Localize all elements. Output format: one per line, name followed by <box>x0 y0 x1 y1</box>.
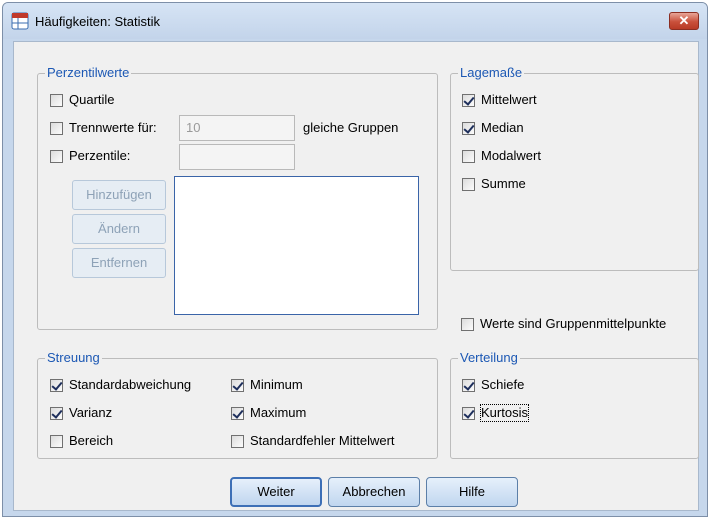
mean-checkbox[interactable] <box>462 94 475 107</box>
change-percentile-button[interactable]: Ändern <box>72 214 166 244</box>
range-checkbox[interactable] <box>50 435 63 448</box>
skewness-checkbox[interactable] <box>462 379 475 392</box>
median-checkbox[interactable] <box>462 122 475 135</box>
percentile-list[interactable] <box>174 176 419 315</box>
maximum-label: Maximum <box>250 405 307 420</box>
group-midpoints-label: Werte sind Gruppenmittelpunkte <box>480 316 667 331</box>
window-title: Häufigkeiten: Statistik <box>35 14 161 29</box>
maximum-checkbox[interactable] <box>231 407 244 420</box>
dispersion-legend: Streuung <box>45 350 102 366</box>
continue-button[interactable]: Weiter <box>230 477 322 507</box>
kurtosis-label: Kurtosis <box>480 404 529 422</box>
percentile-legend: Perzentilwerte <box>45 65 132 81</box>
add-percentile-button[interactable]: Hinzufügen <box>72 180 166 210</box>
minimum-checkbox[interactable] <box>231 379 244 392</box>
range-label: Bereich <box>69 433 114 448</box>
std-error-mean-label: Standardfehler Mittelwert <box>250 433 395 448</box>
mean-label: Mittelwert <box>481 92 537 107</box>
remove-percentile-button[interactable]: Entfernen <box>72 248 166 278</box>
skewness-label: Schiefe <box>481 377 525 392</box>
variance-checkbox[interactable] <box>50 407 63 420</box>
percentile-value-input[interactable] <box>179 144 295 170</box>
group-midpoints-checkbox[interactable] <box>461 318 474 331</box>
quartile-label: Quartile <box>69 92 115 107</box>
quartile-checkbox[interactable] <box>50 94 63 107</box>
sum-label: Summe <box>481 176 526 191</box>
dispersion-group: Streuung Standardabweichung Minimum Vari… <box>37 350 438 459</box>
std-deviation-label: Standardabweichung <box>69 377 192 392</box>
central-tendency-group: Lagemaße Mittelwert Median Modalwert Sum… <box>450 65 699 271</box>
mode-checkbox[interactable] <box>462 150 475 163</box>
cutpoints-suffix: gleiche Gruppen <box>303 120 399 135</box>
help-button[interactable]: Hilfe <box>426 477 518 507</box>
std-deviation-checkbox[interactable] <box>50 379 63 392</box>
kurtosis-checkbox[interactable] <box>462 407 475 420</box>
close-button[interactable]: ✕ <box>669 12 699 30</box>
distribution-group: Verteilung Schiefe Kurtosis <box>450 350 699 459</box>
sum-checkbox[interactable] <box>462 178 475 191</box>
dialog-content: Perzentilwerte Quartile Trennwerte für: … <box>13 41 699 511</box>
cutpoints-checkbox[interactable] <box>50 122 63 135</box>
cancel-button[interactable]: Abbrechen <box>328 477 420 507</box>
title-bar[interactable]: Häufigkeiten: Statistik ✕ <box>3 3 707 39</box>
percentiles-label: Perzentile: <box>69 148 131 163</box>
cutpoints-groups-input[interactable]: 10 <box>179 115 295 141</box>
variance-label: Varianz <box>69 405 113 420</box>
distribution-legend: Verteilung <box>458 350 520 366</box>
std-error-mean-checkbox[interactable] <box>231 435 244 448</box>
median-label: Median <box>481 120 524 135</box>
central-tendency-legend: Lagemaße <box>458 65 525 81</box>
dialog-window: Häufigkeiten: Statistik ✕ Perzentilwerte… <box>2 2 708 517</box>
mode-label: Modalwert <box>481 148 541 163</box>
app-icon <box>11 12 29 30</box>
percentile-group: Perzentilwerte Quartile Trennwerte für: … <box>37 65 438 330</box>
percentiles-checkbox[interactable] <box>50 150 63 163</box>
minimum-label: Minimum <box>250 377 303 392</box>
cutpoints-label: Trennwerte für: <box>69 120 157 135</box>
